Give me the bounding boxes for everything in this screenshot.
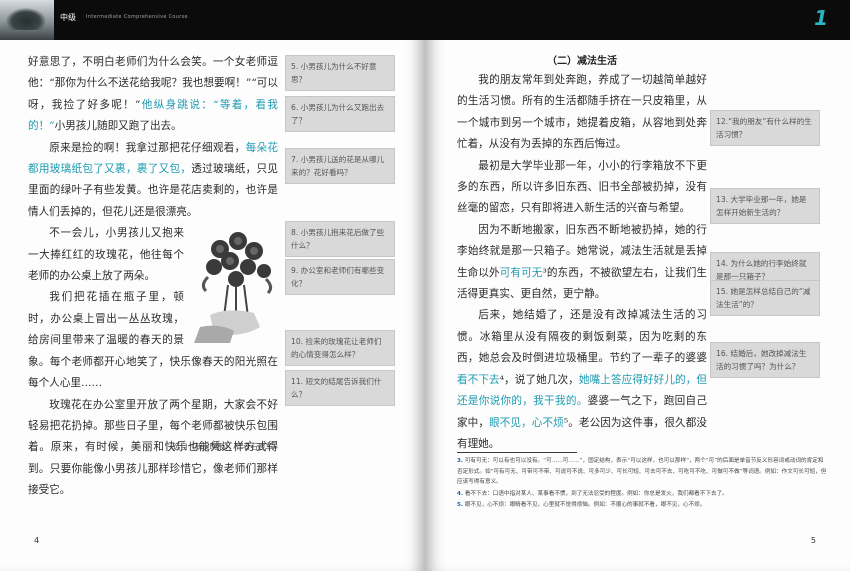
header-course-title: Intermediate Comprehensive Course: [86, 14, 188, 20]
book-spread: 中级 Intermediate Comprehensive Course 好意思…: [0, 0, 850, 571]
text-run: 眼不见，心不烦: [489, 416, 564, 429]
right-paragraph: 因为不断地搬家，旧东西不断地被扔掉，她的行李始终就是那一只箱子。她常说，减法生活…: [457, 220, 707, 306]
text-run: 小男孩儿随即又跑了出去。: [54, 120, 182, 133]
page-number-right: 5: [810, 536, 816, 545]
text-run: 我的朋友常年到处奔跑，养成了一切越简单越好的生活习惯。所有的生活都随手挤在一只皮…: [457, 74, 707, 151]
pine-tree-icon: [0, 0, 54, 40]
question-box: 10. 捡来的玫瑰花让老师们的心情变得怎么样？: [285, 330, 395, 366]
right-page: 1 （二）减法生活 我的朋友常年到处奔跑，养成了一切越简单越好的生活习惯。所有的…: [425, 0, 850, 571]
text-run: 可有可无: [499, 266, 543, 279]
question-box: 9. 办公室和老师们有哪些变化？: [285, 259, 395, 295]
right-paragraph: 后来，她结婚了，还是没有改掉减法生活的习惯。冰箱里从没有隔夜的剩饭剩菜，因为吃剩…: [457, 305, 707, 455]
question-box: 7. 小男孩儿送的花是从哪儿来的？花好看吗？: [285, 148, 395, 184]
text-run: 原来是捡的啊！我拿过那把花仔细观看，: [49, 141, 246, 154]
page-number-left: 4: [34, 536, 40, 545]
right-paragraph: 我的朋友常年到处奔跑，养成了一切越简单越好的生活习惯。所有的生活都随手挤在一只皮…: [457, 70, 707, 156]
left-reading-text: 好意思了，不明白老师们为什么会笑。一个女老师逗他：“那你为什么不送花给我呢？我也…: [28, 52, 278, 502]
left-paragraph: 原来是捡的啊！我拿过那把花仔细观看，每朵花都用玻璃纸包了又裹，裹了又包，透过玻璃…: [28, 138, 278, 224]
left-page: 中级 Intermediate Comprehensive Course 好意思…: [0, 0, 425, 571]
right-paragraph: 最初是大学毕业那一年，小小的行李箱放不下更多的东西，所以许多旧东西、旧书全部被扔…: [457, 156, 707, 220]
text-run: 不一会儿，小男孩儿又抱来一大捧红红的玫瑰花，他往每个老师的办公桌上放了两朵。: [28, 227, 184, 283]
question-box: 6. 小男孩儿为什么又跑出去了？: [285, 96, 395, 132]
question-box: 13. 大学毕业那一年，她是怎样开始新生活的？: [710, 188, 820, 224]
question-box: 15. 她是怎样总结自己的“减法生活”的？: [710, 280, 820, 316]
text-run: 看不下去: [457, 373, 500, 386]
chapter-number: 1: [814, 6, 828, 30]
text-run: 后来，她结婚了，还是没有改掉减法生活的习惯。冰箱里从没有隔夜的剩饭剩菜，因为吃剩…: [457, 309, 707, 365]
text-run: ⁴，说了她几次，: [499, 373, 579, 386]
left-header-bar: 中级 Intermediate Comprehensive Course: [0, 0, 425, 40]
source-citation: （选自《新民晚报》，作者石建军）: [165, 442, 280, 451]
right-header-bar: 1: [425, 0, 850, 40]
right-reading-text: 我的朋友常年到处奔跑，养成了一切越简单越好的生活习惯。所有的生活都随手挤在一只皮…: [457, 70, 707, 455]
roses-photo-icon: [190, 227, 278, 346]
header-level-label: 中级: [60, 13, 76, 22]
footnote: 3. 可有可无：可以有也可以没有。“可……可……”，固定结构，表示“可以这样，也…: [457, 458, 827, 486]
question-box: 5. 小男孩儿为什么不好意思？: [285, 55, 395, 91]
footnote: 4. 看不下去：口语中指对某人、某事看不惯，到了无法忍受的程度。例如：你总是发火…: [457, 490, 728, 497]
question-box: 8. 小男孩儿抱来花后做了些什么？: [285, 221, 395, 257]
rose-bouquet-image: [190, 227, 278, 346]
question-box: 16. 结婚后，她改掉减法生活的习惯了吗？为什么？: [710, 342, 820, 378]
footnote: 5. 眼不见，心不烦：眼睛看不见，心里就不觉得烦恼。例如：不顺心的事就不看，眼不…: [457, 502, 706, 509]
question-box: 12.“我的朋友”有什么样的生活习惯？: [710, 110, 820, 146]
footnote-divider: [457, 452, 577, 453]
text-run: 最初是大学毕业那一年，小小的行李箱放不下更多的东西，所以许多旧东西、旧书全部被扔…: [457, 159, 707, 215]
footnotes: 3. 可有可无：可以有也可以没有。“可……可……”，固定结构，表示“可以这样，也…: [457, 456, 827, 512]
left-paragraph: 好意思了，不明白老师们为什么会笑。一个女老师逗他：“那你为什么不送花给我呢？我也…: [28, 52, 278, 138]
question-box: 11. 短文的结尾告诉我们什么？: [285, 370, 395, 406]
section-title: （二）减法生活: [547, 56, 617, 67]
